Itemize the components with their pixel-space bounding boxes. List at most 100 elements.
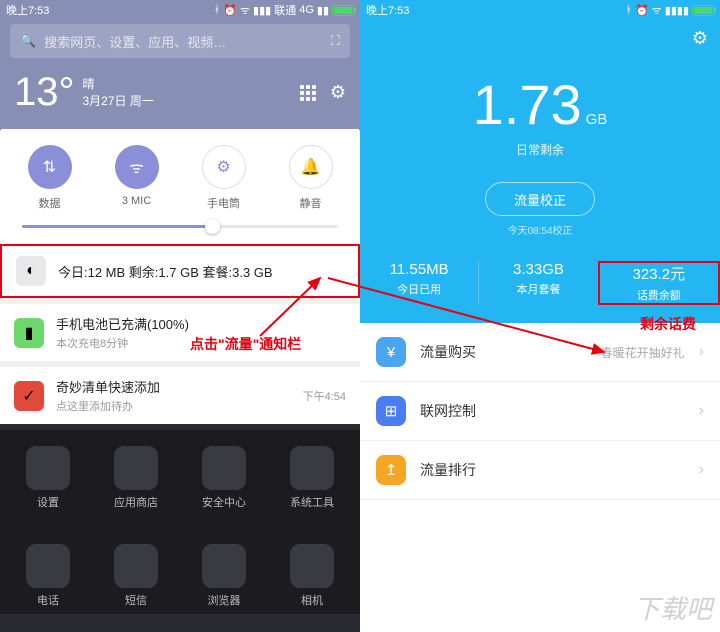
app-label: 电话 (13, 592, 83, 608)
notification-wunder[interactable]: ✓奇妙清单快速添加点这里添加待办下午4:54 (0, 367, 360, 424)
stat-2[interactable]: 323.2元话费余额 (598, 261, 720, 305)
toggle-label: 静音 (276, 195, 346, 211)
weather-cond: 晴 (83, 76, 154, 93)
toggle-2[interactable]: ⚙手电筒 (189, 145, 259, 211)
toggle-icon: ⚙ (202, 145, 246, 189)
left-header: 晚上7:53 ᚼ ⏰ ᯤ ▮▮▮ 联通 4G ▮▮ 🔍 搜索网页、设置、应用、视… (0, 0, 360, 129)
signal-icon: ▮▮▮▮ (665, 4, 689, 17)
toggle-icon: ⇅ (28, 145, 72, 189)
settings-gear-icon[interactable]: ⚙ (692, 28, 708, 49)
list-item-1[interactable]: ⊞联网控制› (360, 382, 720, 441)
network-label: 4G (299, 4, 314, 16)
weather-temp: 13° (14, 70, 75, 115)
settings-gear-icon[interactable]: ⚙ (330, 82, 346, 103)
toggle-row: ⇅ 数据 ᯤ 3 MIC ⚙手电筒 🔔 静音 (0, 129, 360, 217)
wifi-icon: ᯤ (652, 3, 662, 18)
alarm-icon: ⏰ (223, 4, 237, 17)
app-icon (114, 544, 158, 588)
notification-list: ◐今日:12 MB 剩余:1.7 GB 套餐:3.3 GB▮手机电池已充满(10… (0, 244, 360, 424)
stat-value: 3.33GB (479, 261, 597, 278)
data-sub-label: 日常剩余 (360, 141, 720, 158)
stat-value: 11.55MB (360, 261, 478, 278)
notification-time: 下午4:54 (303, 388, 346, 404)
chevron-right-icon: › (699, 402, 704, 420)
weather-widget[interactable]: 13° 晴 3月27日 周一 ⚙ (0, 66, 360, 125)
app-label: 应用商店 (101, 494, 171, 510)
notification-sub: 点这里添加待办 (56, 398, 291, 414)
wifi-icon: ᯤ (240, 3, 250, 18)
app-icon (290, 544, 334, 588)
battery-icon (332, 5, 354, 16)
app-icon (202, 446, 246, 490)
search-input[interactable]: 🔍 搜索网页、设置、应用、视频… ⛶ (10, 24, 350, 58)
notification-icon: ◐ (16, 256, 46, 286)
toggle-label: 数据 (15, 195, 85, 211)
toggle-icon: ᯤ (115, 145, 159, 189)
carrier-label: 联通 (274, 2, 296, 18)
toggle-0[interactable]: ⇅ 数据 (15, 145, 85, 211)
app-电话[interactable]: 电话 (13, 544, 83, 608)
stat-0[interactable]: 11.55MB 今日已用 (360, 261, 478, 305)
toggle-icon: 🔔 (289, 145, 333, 189)
notification-title: 今日:12 MB 剩余:1.7 GB 套餐:3.3 GB (58, 262, 344, 281)
app-icon (26, 544, 70, 588)
notification-title: 奇妙清单快速添加 (56, 377, 291, 396)
signal2-icon: ▮▮ (317, 4, 329, 17)
app-label: 相机 (277, 592, 347, 608)
notification-title: 手机电池已充满(100%) (56, 314, 346, 333)
notification-battery[interactable]: ▮手机电池已充满(100%)本次充电8分钟 (0, 304, 360, 361)
calibrate-time: 今天08:54校正 (360, 222, 720, 237)
toggle-3[interactable]: 🔔 静音 (276, 145, 346, 211)
stat-value: 323.2元 (600, 263, 718, 284)
app-浏览器[interactable]: 浏览器 (189, 544, 259, 608)
app-短信[interactable]: 短信 (101, 544, 171, 608)
weather-dow: 周一 (130, 94, 154, 108)
list-item-0[interactable]: ¥流量购买春暖花开抽好礼› (360, 323, 720, 382)
status-time: 晚上7:53 (6, 2, 49, 18)
toggle-1[interactable]: ᯤ 3 MIC (102, 145, 172, 211)
stat-1[interactable]: 3.33GB 本月套餐 (478, 261, 597, 305)
list-label: 联网控制 (420, 401, 685, 421)
notification-sub: 本次充电8分钟 (56, 335, 346, 351)
left-screen: 晚上7:53 ᚼ ⏰ ᯤ ▮▮▮ 联通 4G ▮▮ 🔍 搜索网页、设置、应用、视… (0, 0, 360, 632)
search-icon: 🔍 (20, 33, 36, 49)
slider-thumb[interactable] (205, 219, 220, 234)
app-label: 安全中心 (189, 494, 259, 510)
app-icon (290, 446, 334, 490)
app-设置[interactable]: 设置 (13, 446, 83, 510)
app-安全中心[interactable]: 安全中心 (189, 446, 259, 510)
notification-data[interactable]: ◐ 今日:12 MB 剩余:1.7 GB 套餐:3.3 GB (0, 244, 360, 298)
signal-icon: ▮▮▮ (253, 4, 271, 17)
chevron-right-icon: › (699, 343, 704, 361)
quick-settings-panel: ⇅ 数据 ᯤ 3 MIC ⚙手电筒 🔔 静音 (0, 129, 360, 244)
status-bar: 晚上7:53 ᚼ ⏰ ᯤ ▮▮▮▮ (360, 0, 720, 20)
stat-label: 本月套餐 (479, 281, 597, 297)
toggle-label: 3 MIC (102, 195, 172, 207)
chevron-right-icon: › (699, 461, 704, 479)
calibrate-button[interactable]: 流量校正 (485, 182, 595, 216)
home-icons-area: 设置 应用商店 安全中心 系统工具 电话 短信 浏览器相机 (0, 430, 360, 614)
app-label: 短信 (101, 592, 171, 608)
app-系统工具[interactable]: 系统工具 (277, 446, 347, 510)
search-placeholder: 搜索网页、设置、应用、视频… (44, 32, 323, 51)
app-应用商店[interactable]: 应用商店 (101, 446, 171, 510)
list-icon: ¥ (376, 337, 406, 367)
stats-row: 11.55MB 今日已用3.33GB 本月套餐323.2元话费余额 (360, 261, 720, 305)
app-label: 设置 (13, 494, 83, 510)
data-usage-header: 晚上7:53 ᚼ ⏰ ᯤ ▮▮▮▮ ⚙ 1.73GB 日常剩余 流量校正 今天0… (360, 0, 720, 323)
status-time: 晚上7:53 (366, 2, 409, 18)
battery-icon (692, 5, 714, 16)
right-screen: 晚上7:53 ᚼ ⏰ ᯤ ▮▮▮▮ ⚙ 1.73GB 日常剩余 流量校正 今天0… (360, 0, 720, 632)
brightness-slider[interactable] (0, 217, 360, 244)
app-相机[interactable]: 相机 (277, 544, 347, 608)
stat-label: 今日已用 (360, 281, 478, 297)
bluetooth-icon: ᚼ (214, 4, 221, 16)
list-label: 流量排行 (420, 460, 685, 480)
apps-grid-icon[interactable] (300, 85, 316, 101)
app-icon (202, 544, 246, 588)
menu-list: ¥流量购买春暖花开抽好礼›⊞联网控制›↥流量排行› (360, 323, 720, 500)
app-label: 系统工具 (277, 494, 347, 510)
list-item-2[interactable]: ↥流量排行› (360, 441, 720, 500)
data-unit: GB (586, 111, 608, 128)
scan-icon: ⛶ (331, 33, 340, 49)
